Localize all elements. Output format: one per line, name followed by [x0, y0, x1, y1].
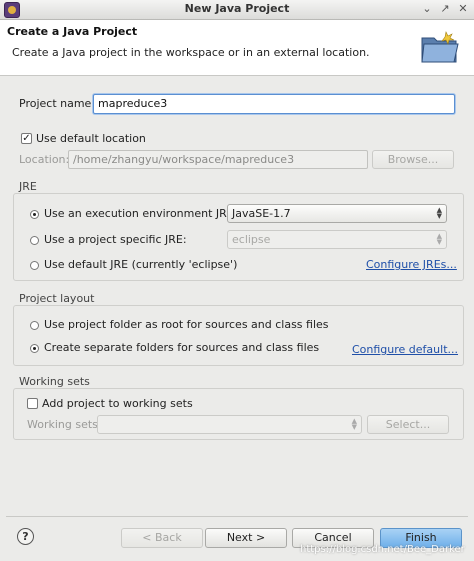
jre-execution-env-label: Use an execution environment JRE: — [44, 207, 238, 220]
wizard-description: Create a Java project in the workspace o… — [12, 46, 370, 59]
project-layout-group — [13, 305, 464, 366]
jre-default-radio[interactable] — [30, 261, 39, 270]
configure-default-link[interactable]: Configure default... — [352, 343, 458, 356]
wizard-title: Create a Java Project — [7, 25, 138, 38]
combo-arrows-icon: ▲ ▼ — [436, 206, 442, 220]
minimize-icon[interactable]: ⌄ — [420, 2, 434, 16]
use-default-location-label: Use default location — [36, 132, 146, 145]
add-to-working-sets-checkbox[interactable] — [27, 398, 38, 409]
working-sets-label: Working sets: — [27, 418, 102, 431]
jre-default-label: Use default JRE (currently 'eclipse') — [44, 258, 238, 271]
configure-jres-link[interactable]: Configure JREs... — [366, 258, 457, 271]
back-button[interactable]: < Back — [121, 528, 203, 548]
window-title: New Java Project — [184, 2, 290, 15]
combo-arrows-icon: ▲ ▼ — [436, 232, 442, 246]
working-sets-combo[interactable]: ▲ ▼ — [97, 415, 362, 434]
use-default-location-checkbox[interactable]: ✓ — [21, 133, 32, 144]
maximize-icon[interactable]: ↗ — [438, 2, 452, 16]
new-folder-icon — [421, 31, 459, 63]
jre-project-specific-label: Use a project specific JRE: — [44, 233, 187, 246]
working-sets-group-title: Working sets — [19, 375, 90, 388]
project-layout-group-title: Project layout — [19, 292, 95, 305]
jre-project-specific-radio[interactable] — [30, 236, 39, 245]
location-label: Location: — [19, 153, 70, 166]
layout-separate-folders-radio[interactable] — [30, 344, 39, 353]
browse-button[interactable]: Browse... — [372, 150, 454, 169]
close-icon[interactable]: ✕ — [456, 2, 470, 16]
combo-arrows-icon: ▲ ▼ — [351, 417, 357, 431]
layout-root-folder-label: Use project folder as root for sources a… — [44, 318, 329, 331]
project-name-input[interactable]: mapreduce3 — [93, 94, 455, 114]
jre-execution-env-radio[interactable] — [30, 210, 39, 219]
next-button[interactable]: Next > — [205, 528, 287, 548]
footer-separator — [6, 516, 468, 517]
layout-separate-folders-label: Create separate folders for sources and … — [44, 341, 320, 354]
layout-root-folder-radio[interactable] — [30, 321, 39, 330]
location-input[interactable]: /home/zhangyu/workspace/mapreduce3 — [68, 150, 368, 169]
add-to-working-sets-label: Add project to working sets — [42, 397, 193, 410]
execution-env-combo[interactable]: JavaSE-1.7 ▲ ▼ — [227, 204, 447, 223]
select-working-sets-button[interactable]: Select... — [367, 415, 449, 434]
help-icon[interactable]: ? — [17, 528, 34, 545]
project-specific-jre-combo[interactable]: eclipse ▲ ▼ — [227, 230, 447, 249]
jre-group-title: JRE — [19, 180, 37, 193]
watermark-text: https://blog.csdn.net/Bee_Darker — [300, 544, 465, 555]
project-name-label: Project name: — [19, 97, 96, 110]
project-specific-jre-value: eclipse — [232, 233, 271, 246]
execution-env-value: JavaSE-1.7 — [232, 207, 291, 220]
